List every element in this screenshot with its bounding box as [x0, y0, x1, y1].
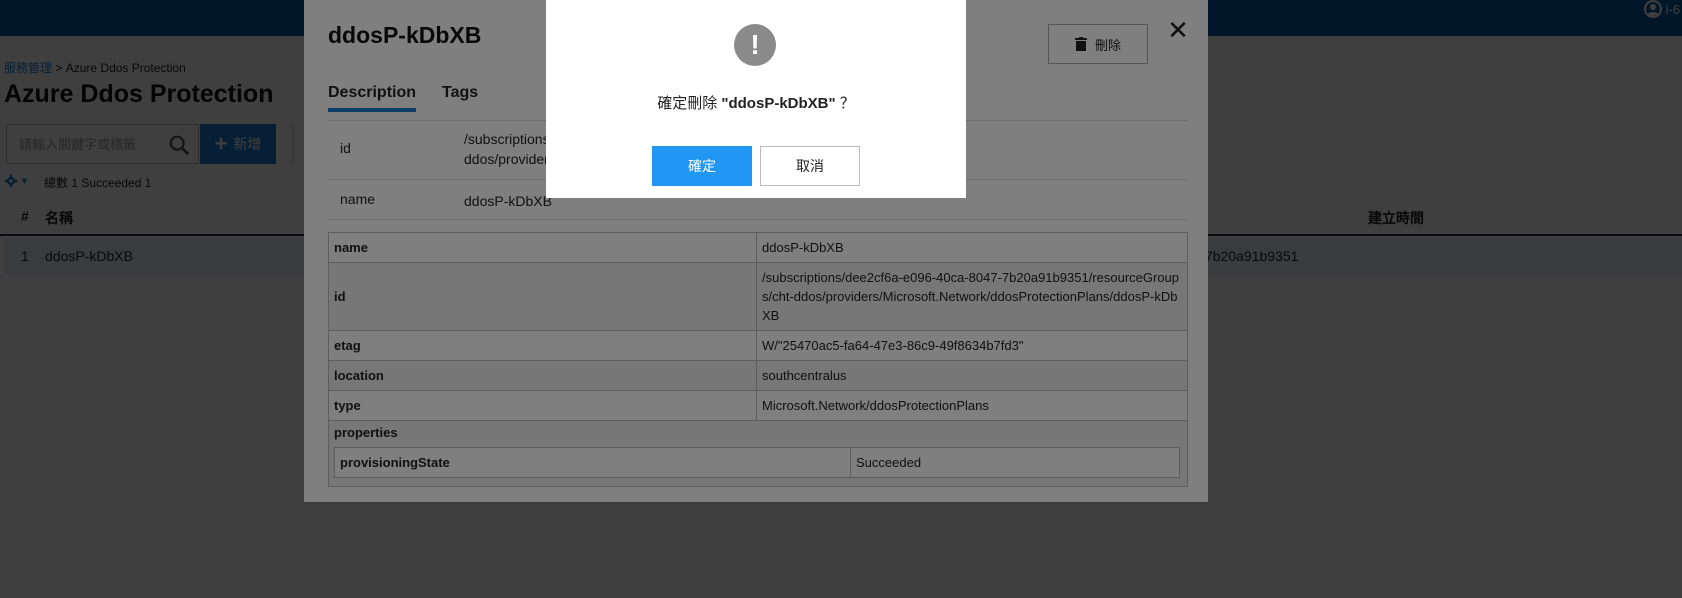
confirm-message: 確定刪除 "ddosP-kDbXB" ？ — [546, 92, 966, 113]
confirm-message-prefix: 確定刪除 — [657, 95, 718, 112]
confirm-cancel-button[interactable]: 取消 — [760, 146, 860, 186]
confirm-target: "ddosP-kDbXB" — [721, 95, 836, 112]
confirm-dialog: ! 確定刪除 "ddosP-kDbXB" ？ 確定 取消 — [546, 0, 966, 198]
warning-icon: ! — [734, 24, 776, 66]
confirm-message-suffix: ？ — [839, 95, 855, 112]
confirm-ok-button[interactable]: 確定 — [652, 146, 752, 186]
